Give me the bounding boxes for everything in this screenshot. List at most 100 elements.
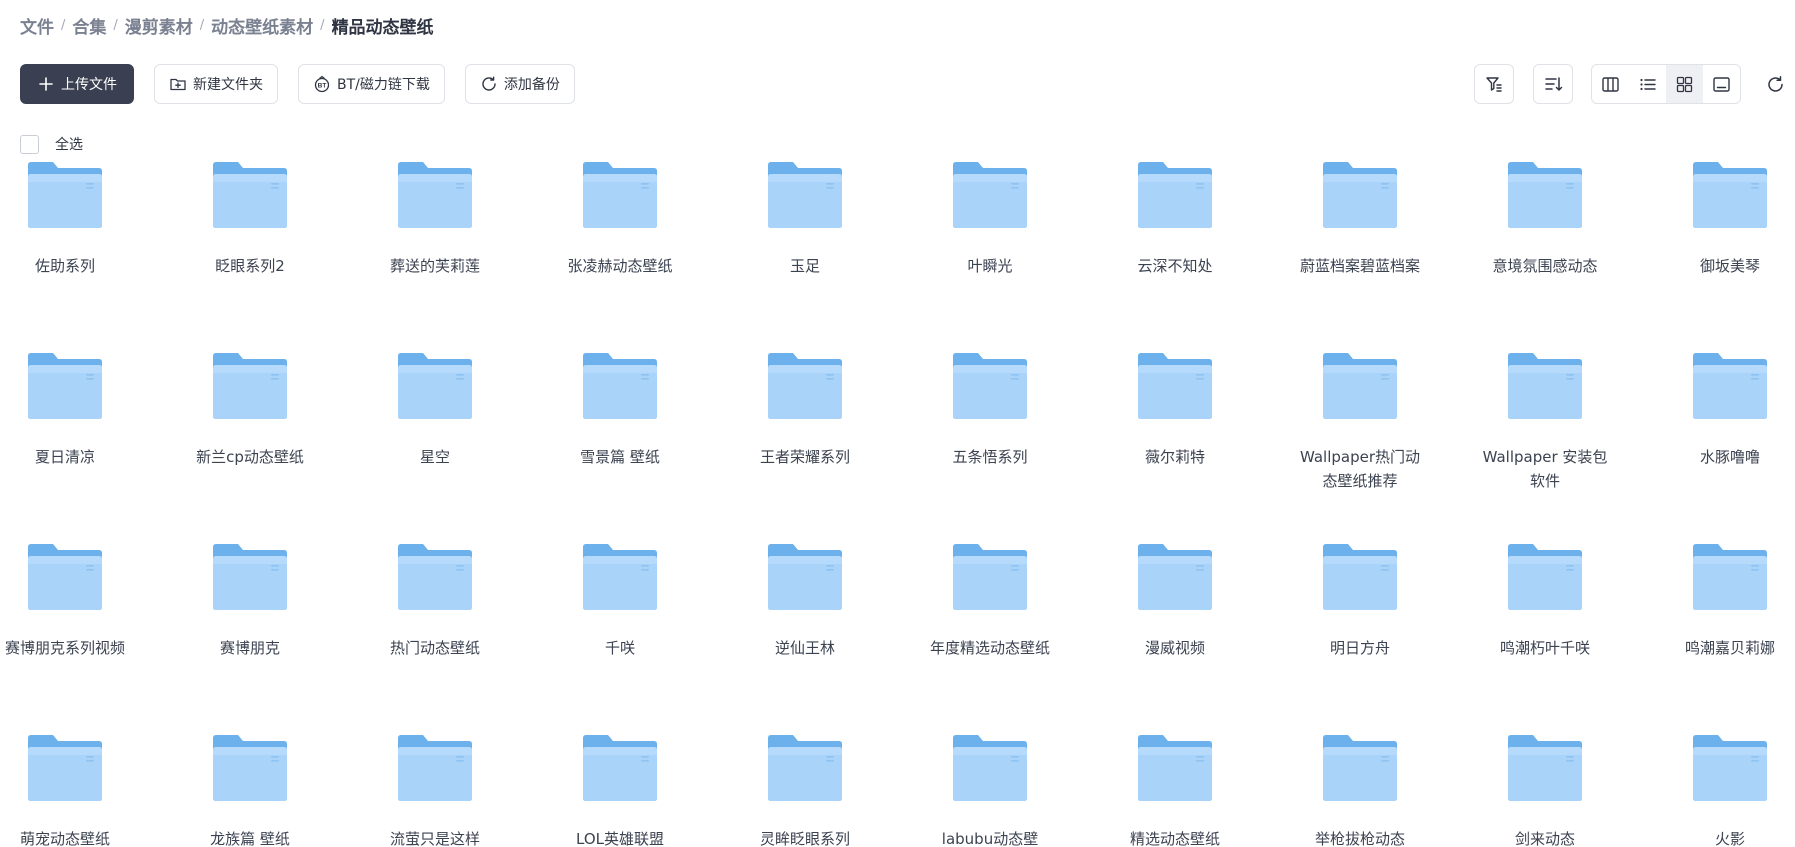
folder-icon <box>1323 544 1397 610</box>
folder-name: 流萤只是这样 <box>389 830 480 847</box>
folder-name: 玉足 <box>789 257 820 275</box>
preview-icon <box>1712 75 1731 94</box>
folder-name: 新兰cp动态壁纸 <box>196 448 304 466</box>
folder-icon <box>1323 735 1397 801</box>
file-manager: 文件 / 合集 / 漫剪素材 / 动态壁纸素材 / 精品动态壁纸 上传文件 新建… <box>0 0 1795 847</box>
breadcrumb-separator: / <box>113 17 118 33</box>
folder-icon <box>1693 162 1767 228</box>
folder-name: labubu动态壁 <box>941 830 1039 847</box>
folder-name: 赛博朋克系列视频 <box>4 639 125 657</box>
folder-icon <box>28 353 102 419</box>
folder-icon <box>213 353 287 419</box>
upload-button-label: 上传文件 <box>61 77 117 93</box>
folder-icon <box>1693 544 1767 610</box>
sort-button[interactable] <box>1533 64 1573 104</box>
breadcrumb-item-collection[interactable]: 合集 <box>72 13 106 38</box>
folder-name: 蔚蓝档案碧蓝档案 <box>1299 257 1420 275</box>
folder-name: 千咲 <box>604 639 635 657</box>
folder-name: 云深不知处 <box>1137 257 1213 275</box>
folder-icon <box>1323 353 1397 419</box>
folder-icon <box>213 735 287 801</box>
folder-name: 龙族篇 壁纸 <box>210 830 290 847</box>
breadcrumb-item-files[interactable]: 文件 <box>20 13 54 38</box>
list-icon <box>1638 75 1657 94</box>
folder-icon <box>768 353 842 419</box>
breadcrumb-separator: / <box>61 17 66 33</box>
folder-name: 精选动态壁纸 <box>1129 830 1220 847</box>
bt-icon: BT <box>313 75 331 93</box>
view-columns-button[interactable] <box>1592 65 1629 103</box>
plus-icon <box>37 75 55 93</box>
folder-name: 五条悟系列 <box>952 448 1028 466</box>
folder-icon <box>583 544 657 610</box>
folder-icon <box>1508 544 1582 610</box>
folder-name: 雪景篇 壁纸 <box>580 448 660 466</box>
folder-icon <box>28 735 102 801</box>
folder-icon <box>1138 353 1212 419</box>
folder-name: 佐助系列 <box>34 257 95 275</box>
folder-name: 叶瞬光 <box>967 257 1013 275</box>
view-mode-switcher <box>1591 64 1741 104</box>
view-list-button[interactable] <box>1629 65 1666 103</box>
filter-button[interactable] <box>1474 64 1514 104</box>
toolbar-actions: 上传文件 新建文件夹 BT BT/磁力链下载 添加备份 <box>20 64 575 104</box>
folder-icon <box>1508 162 1582 228</box>
folder-name: Wallpaper 安装包软件 <box>1482 448 1608 490</box>
folder-icon <box>583 735 657 801</box>
folder-icon <box>953 735 1027 801</box>
folder-name: 张凌赫动态壁纸 <box>567 257 673 275</box>
folder-name: 葬送的芙莉莲 <box>389 257 480 275</box>
view-grid-button[interactable] <box>1666 65 1703 103</box>
folder-name: Wallpaper热门动态壁纸推荐 <box>1299 448 1421 490</box>
columns-icon <box>1601 75 1620 94</box>
breadcrumb-item-live-wallpaper-assets[interactable]: 动态壁纸素材 <box>211 13 313 38</box>
folder-name: 夏日清凉 <box>34 448 95 466</box>
folder-grid: 佐助系列 眨眼系列2 葬送的芙莉莲 张凌赫动态壁纸 玉足 叶瞬光 云深不知处 蔚蓝档案碧蓝档案… <box>0 0 1795 847</box>
breadcrumb-item-current: 精品动态壁纸 <box>331 17 434 38</box>
folder-name: 热门动态壁纸 <box>389 639 480 657</box>
folder-name: 剑来动态 <box>1514 830 1575 847</box>
folder-icon <box>1508 353 1582 419</box>
folder-icon <box>398 544 472 610</box>
breadcrumb-separator: / <box>320 17 325 33</box>
folder-name: 意境氛围感动态 <box>1492 257 1598 275</box>
refresh-icon <box>1765 74 1786 95</box>
folder-icon <box>213 162 287 228</box>
refresh-button[interactable] <box>1755 64 1795 104</box>
folder-name: 水豚噜噜 <box>1699 448 1760 466</box>
add-backup-button-label: 添加备份 <box>503 77 560 93</box>
folder-icon <box>768 735 842 801</box>
folder-icon <box>1693 353 1767 419</box>
filter-icon <box>1484 74 1504 94</box>
new-folder-button[interactable]: 新建文件夹 <box>154 64 278 104</box>
view-preview-button[interactable] <box>1703 65 1740 103</box>
folder-icon <box>583 353 657 419</box>
folder-name: 赛博朋克 <box>219 639 280 657</box>
folder-icon <box>768 544 842 610</box>
folder-name: 火影 <box>1714 830 1745 847</box>
upload-button[interactable]: 上传文件 <box>20 64 134 104</box>
select-all[interactable]: 全选 <box>20 134 83 154</box>
folder-icon <box>28 162 102 228</box>
grid-icon <box>1675 75 1694 94</box>
folder-icon <box>398 162 472 228</box>
add-backup-button[interactable]: 添加备份 <box>464 64 575 104</box>
select-all-label: 全选 <box>55 137 83 153</box>
folder-name: 萌宠动态壁纸 <box>19 830 110 847</box>
breadcrumb: 文件 / 合集 / 漫剪素材 / 动态壁纸素材 / 精品动态壁纸 <box>20 13 434 38</box>
sort-icon <box>1543 74 1563 94</box>
select-all-checkbox[interactable] <box>20 134 39 154</box>
bt-download-button[interactable]: BT BT/磁力链下载 <box>298 64 445 104</box>
folder-icon <box>213 544 287 610</box>
folder-name: 眨眼系列2 <box>215 257 285 275</box>
folder-name: 漫威视频 <box>1144 639 1205 657</box>
toolbar-view-controls <box>1474 64 1795 104</box>
svg-text:BT: BT <box>318 83 327 90</box>
folder-icon <box>1693 735 1767 801</box>
breadcrumb-item-anime-clips[interactable]: 漫剪素材 <box>125 13 193 38</box>
folder-icon <box>1138 544 1212 610</box>
folder-icon <box>1508 735 1582 801</box>
folder-name: 逆仙王林 <box>774 639 835 657</box>
folder-icon <box>953 162 1027 228</box>
folder-name: 鸣潮嘉贝莉娜 <box>1684 639 1775 657</box>
